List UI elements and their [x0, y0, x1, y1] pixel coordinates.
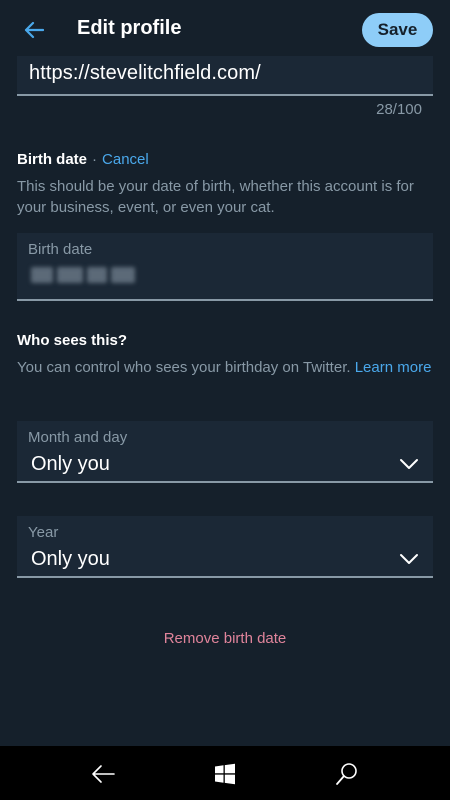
back-button[interactable] — [20, 16, 48, 44]
year-value: Only you — [31, 548, 110, 570]
birth-date-value-redacted[interactable] — [31, 267, 135, 283]
birth-date-field[interactable]: Birth date — [17, 233, 433, 301]
birth-date-field-label: Birth date — [28, 241, 93, 258]
month-day-label: Month and day — [28, 429, 128, 446]
who-sees-description: You can control who sees your birthday o… — [17, 357, 437, 378]
year-label: Year — [28, 524, 59, 541]
who-sees-heading: Who sees this? — [17, 332, 128, 349]
back-arrow-icon — [92, 765, 115, 783]
chevron-down-icon — [400, 554, 418, 564]
nav-back-button[interactable] — [90, 761, 116, 787]
remove-birth-date-button[interactable]: Remove birth date — [0, 630, 450, 647]
year-select[interactable]: Year Only you — [17, 516, 433, 578]
website-field[interactable]: https://stevelitchfield.com/ — [17, 56, 433, 96]
nav-start-button[interactable] — [212, 761, 238, 787]
system-nav-bar — [0, 746, 450, 800]
learn-more-link[interactable]: Learn more — [355, 359, 432, 376]
windows-start-icon — [215, 763, 235, 785]
birth-date-heading: Birth date · Cancel — [17, 151, 149, 168]
back-arrow-icon — [24, 21, 44, 39]
nav-search-button[interactable] — [334, 761, 360, 787]
birth-date-heading-label: Birth date — [17, 151, 88, 168]
search-icon — [336, 763, 357, 785]
save-button[interactable]: Save — [362, 13, 433, 47]
birth-date-description: This should be your date of birth, wheth… — [17, 178, 414, 216]
who-sees-text: You can control who sees your birthday o… — [17, 359, 351, 376]
page-title: Edit profile — [77, 17, 182, 39]
character-counter: 28/100 — [376, 101, 422, 118]
app-header: Edit profile Save — [0, 0, 450, 60]
cancel-link[interactable]: Cancel — [102, 151, 149, 168]
month-day-select[interactable]: Month and day Only you — [17, 421, 433, 483]
month-day-value: Only you — [31, 453, 110, 475]
heading-separator: · — [92, 151, 98, 168]
chevron-down-icon — [400, 459, 418, 469]
website-input-value[interactable]: https://stevelitchfield.com/ — [29, 62, 261, 85]
